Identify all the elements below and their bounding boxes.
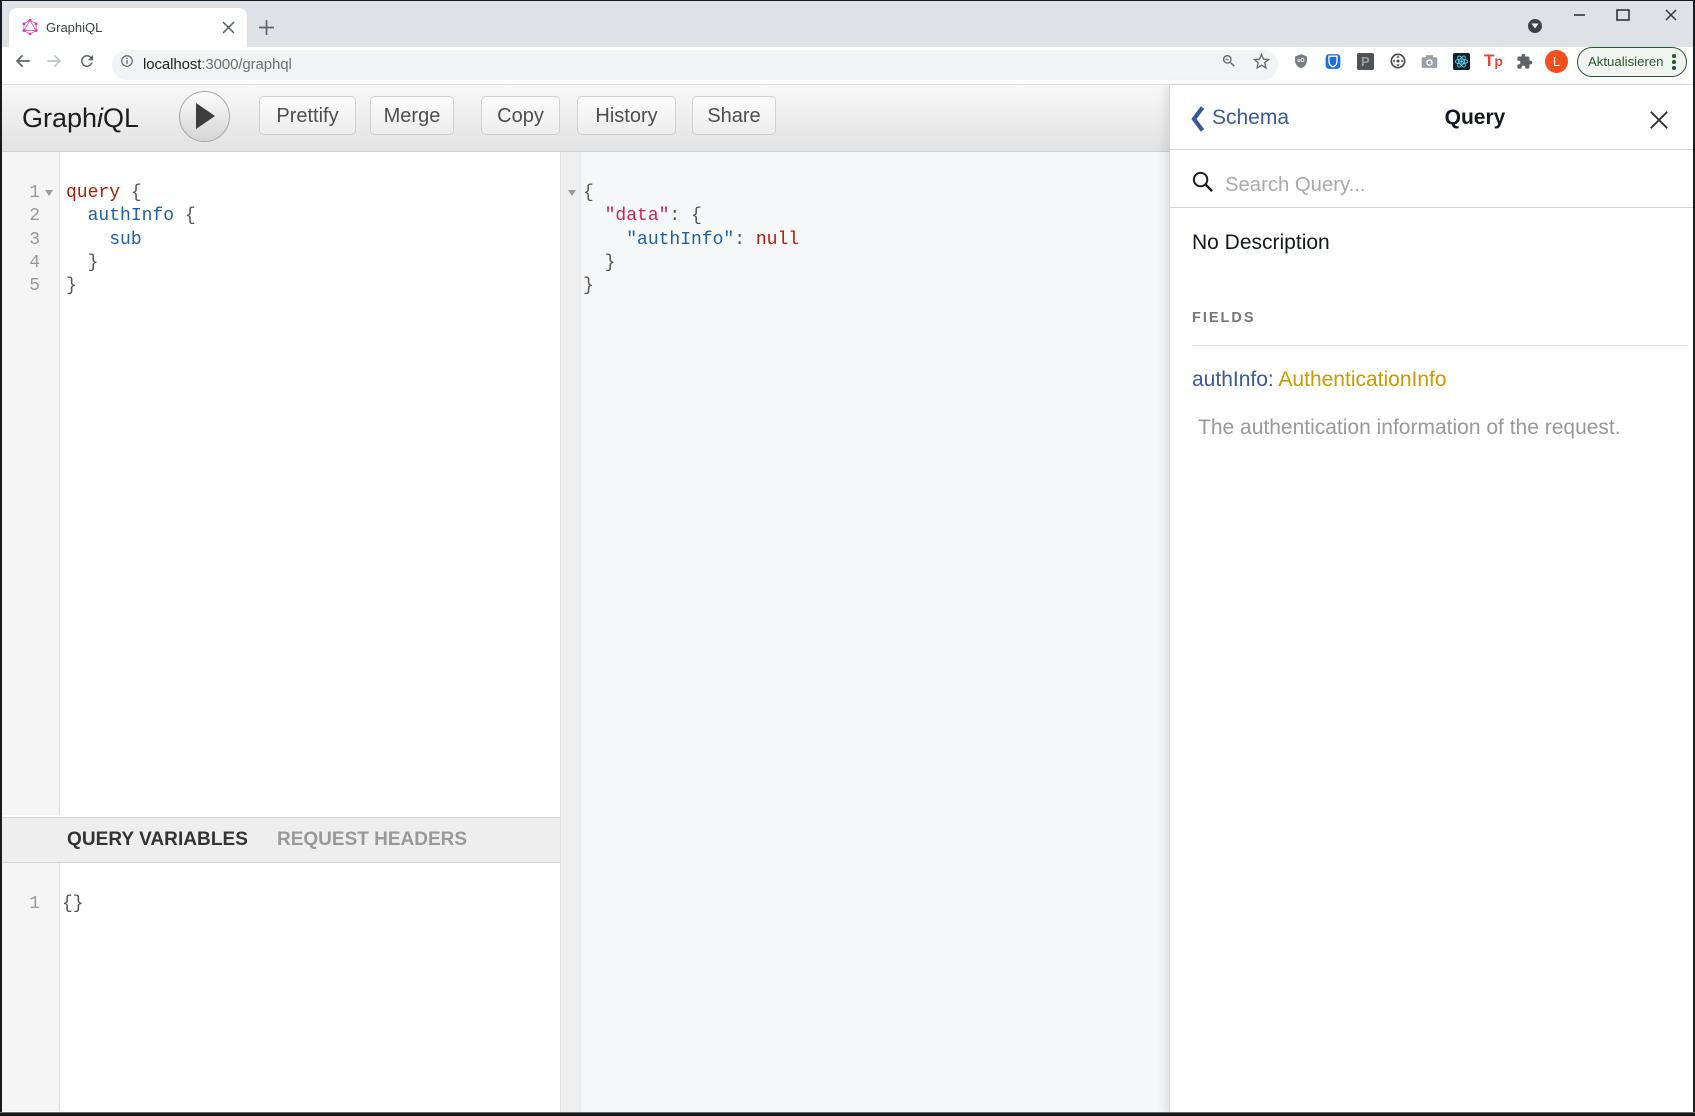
svg-text:uO: uO: [1297, 58, 1304, 64]
